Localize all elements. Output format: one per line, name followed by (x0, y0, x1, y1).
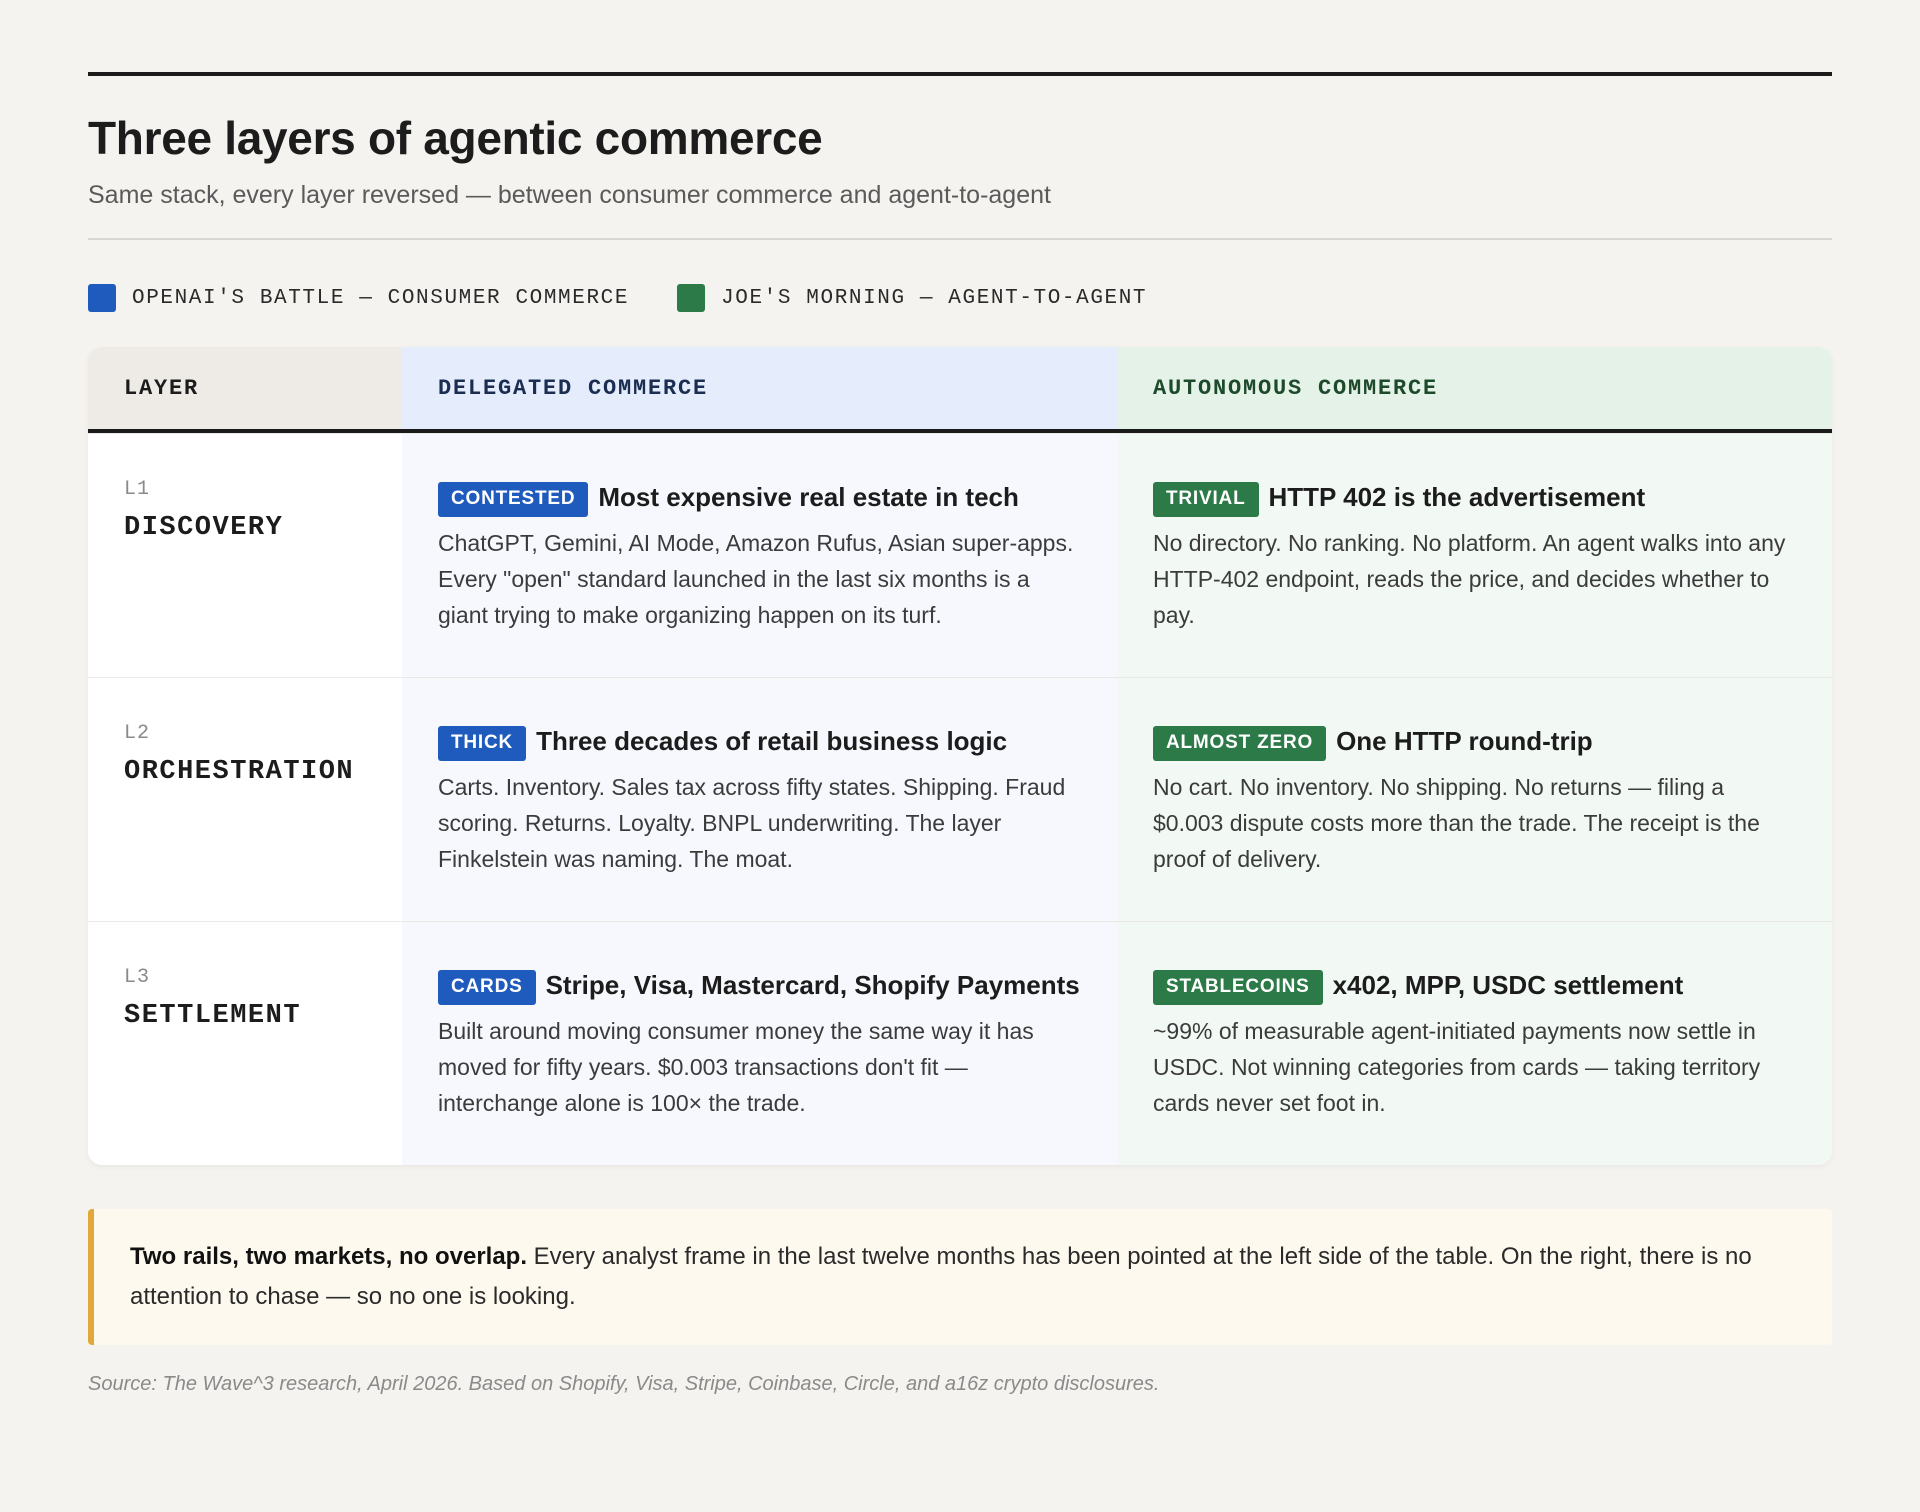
legend-swatch-green (677, 284, 706, 312)
page-title: Three layers of agentic commerce (88, 112, 823, 164)
page: Three layers of agentic commerce Same st… (88, 72, 1832, 1397)
layer-cell: L1 DISCOVERY (88, 434, 402, 677)
legend-label: JOE'S MORNING — AGENT-TO-AGENT (721, 286, 1148, 310)
layer-code: L3 (124, 966, 151, 989)
source-caption: Source: The Wave^3 research, April 2026.… (88, 1373, 1160, 1395)
status-badge: STABLECOINS (1153, 970, 1323, 1005)
cell-body: Carts. Inventory. Sales tax across fifty… (438, 774, 1066, 872)
cell-heading: TRIVIAL HTTP 402 is the advertisement (1153, 478, 1796, 517)
cell-title: x402, MPP, USDC settlement (1332, 970, 1684, 1000)
page-subtitle: Same stack, every layer reversed — betwe… (88, 181, 1051, 209)
status-badge: ALMOST ZERO (1153, 726, 1327, 761)
note-lead: Two rails, two markets, no overlap. (130, 1243, 527, 1270)
cell-heading: ALMOST ZERO One HTTP round-trip (1153, 722, 1796, 761)
cell-title: Three decades of retail business logic (536, 726, 1008, 756)
comparison-table: LAYER DELEGATED COMMERCE AUTONOMOUS COMM… (88, 347, 1832, 1165)
cell-title: Stripe, Visa, Mastercard, Shopify Paymen… (545, 970, 1080, 1000)
delegated-cell: THICK Three decades of retail business lo… (402, 678, 1117, 921)
column-header-layer: LAYER (88, 347, 402, 429)
table-row: L2 ORCHESTRATION THICK Three decades of r… (88, 677, 1832, 921)
cell-heading: CARDS Stripe, Visa, Mastercard, Shopify P… (438, 966, 1081, 1005)
autonomous-cell: ALMOST ZERO One HTTP round-trip No cart. … (1117, 678, 1832, 921)
autonomous-cell: STABLECOINS x402, MPP, USDC settlement ~9… (1117, 922, 1832, 1165)
cell-heading: THICK Three decades of retail business lo… (438, 722, 1081, 761)
column-header-delegated: DELEGATED COMMERCE (402, 347, 1117, 429)
layer-name: DISCOVERY (124, 513, 284, 543)
table-row: L1 DISCOVERY CONTESTED Most expensive rea… (88, 433, 1832, 677)
layer-cell: L2 ORCHESTRATION (88, 678, 402, 921)
status-badge: THICK (438, 726, 527, 761)
legend: OPENAI'S BATTLE — CONSUMER COMMERCE JOE'… (88, 284, 1832, 312)
cell-title: One HTTP round-trip (1336, 726, 1593, 756)
column-header-autonomous: AUTONOMOUS COMMERCE (1117, 347, 1832, 429)
table-header: LAYER DELEGATED COMMERCE AUTONOMOUS COMM… (88, 347, 1832, 433)
layer-code: L1 (124, 478, 151, 501)
delegated-cell: CONTESTED Most expensive real estate in t… (402, 434, 1117, 677)
legend-swatch-blue (88, 284, 116, 312)
cell-body: No cart. No inventory. No shipping. No r… (1153, 774, 1760, 872)
status-badge: CARDS (438, 970, 536, 1005)
cell-body: No directory. No ranking. No platform. A… (1153, 530, 1786, 628)
delegated-cell: CARDS Stripe, Visa, Mastercard, Shopify P… (402, 922, 1117, 1165)
layer-name: ORCHESTRATION (124, 757, 355, 787)
layer-cell: L3 SETTLEMENT (88, 922, 402, 1165)
layer-name: SETTLEMENT (124, 1001, 302, 1031)
divider (88, 238, 1832, 240)
status-badge: CONTESTED (438, 482, 589, 517)
cell-heading: STABLECOINS x402, MPP, USDC settlement (1153, 966, 1796, 1005)
legend-item-agent: JOE'S MORNING — AGENT-TO-AGENT (677, 284, 1147, 312)
layer-code: L2 (124, 722, 151, 745)
cell-body: ChatGPT, Gemini, AI Mode, Amazon Rufus, … (438, 530, 1074, 628)
status-badge: TRIVIAL (1153, 482, 1259, 517)
cell-title: Most expensive real estate in tech (598, 482, 1019, 512)
cell-body: ~99% of measurable agent-initiated payme… (1153, 1018, 1761, 1116)
cell-heading: CONTESTED Most expensive real estate in t… (438, 478, 1081, 517)
autonomous-cell: TRIVIAL HTTP 402 is the advertisement No … (1117, 434, 1832, 677)
cell-body: Built around moving consumer money the s… (438, 1018, 1034, 1116)
callout-note: Two rails, two markets, no overlap. Ever… (88, 1209, 1832, 1345)
table-row: L3 SETTLEMENT CARDS Stripe, Visa, Masterc… (88, 921, 1832, 1165)
legend-label: OPENAI'S BATTLE — CONSUMER COMMERCE (132, 286, 630, 310)
legend-item-consumer: OPENAI'S BATTLE — CONSUMER COMMERCE (88, 284, 629, 312)
cell-title: HTTP 402 is the advertisement (1268, 482, 1646, 512)
top-rule (88, 72, 1832, 76)
